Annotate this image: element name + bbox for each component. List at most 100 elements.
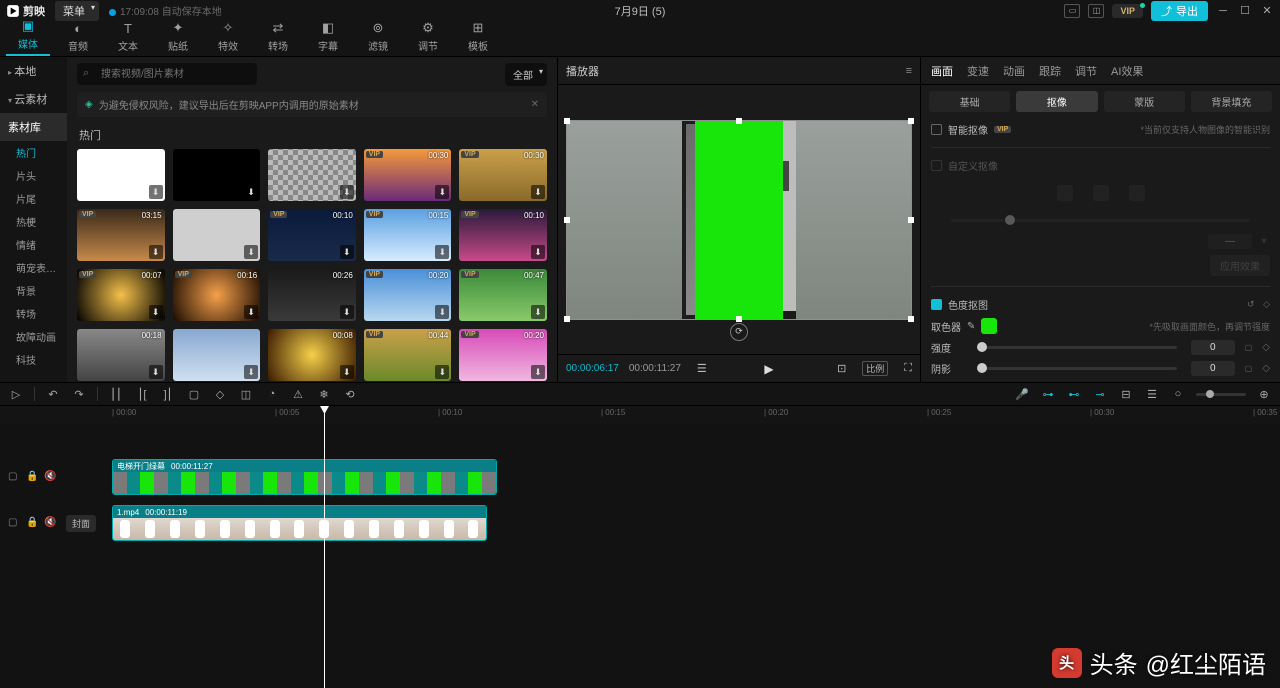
download-icon[interactable]: ⬇ — [435, 305, 449, 319]
media-thumb[interactable]: ⬇ — [77, 149, 165, 201]
split-icon[interactable]: ⎮⎮ — [108, 386, 124, 402]
download-icon[interactable]: ⬇ — [531, 245, 545, 259]
stepper-icon[interactable]: ▢ — [1245, 343, 1253, 352]
strength-slider[interactable] — [977, 342, 987, 352]
stepper-icon[interactable]: ▢ — [1245, 364, 1253, 373]
media-thumb[interactable]: VIP00:07⬇ — [77, 269, 165, 321]
download-icon[interactable]: ⬇ — [149, 185, 163, 199]
media-thumb[interactable]: ⬇ — [173, 209, 261, 261]
tool-tab-滤镜[interactable]: ⊚滤镜 — [356, 20, 400, 56]
subcategory-item[interactable]: 科技 — [0, 348, 67, 371]
split-left-icon[interactable]: ⎮[ — [134, 386, 150, 402]
media-thumb[interactable]: VIP00:44⬇ — [364, 329, 452, 381]
download-icon[interactable]: ⬇ — [244, 365, 258, 379]
download-icon[interactable]: ⬇ — [149, 305, 163, 319]
subcategory-item[interactable]: 萌宠表… — [0, 256, 67, 279]
download-icon[interactable]: ⬇ — [435, 185, 449, 199]
track-mute-icon[interactable]: 🔇 — [44, 471, 56, 483]
subcategory-item[interactable]: 片头 — [0, 164, 67, 187]
custom-matting-checkbox[interactable] — [931, 160, 942, 171]
tool-tab-调节[interactable]: ⚙调节 — [406, 20, 450, 56]
download-icon[interactable]: ⬇ — [531, 365, 545, 379]
smart-matting-checkbox[interactable] — [931, 124, 942, 135]
media-thumb[interactable]: ⬇ — [173, 149, 261, 201]
shadow-input[interactable]: 0 — [1191, 361, 1235, 376]
eyedropper-icon[interactable]: ✎ — [967, 321, 975, 332]
tool-tab-媒体[interactable]: ▣媒体 — [6, 18, 50, 56]
inspector-tab[interactable]: 画面 — [931, 63, 953, 79]
minimize-icon[interactable]: ─ — [1216, 4, 1230, 18]
tool-tab-字幕[interactable]: ◧字幕 — [306, 20, 350, 56]
track-mute-icon[interactable]: 🔇 — [44, 517, 56, 529]
download-icon[interactable]: ⬇ — [149, 245, 163, 259]
media-thumb[interactable]: VIP00:10⬇ — [459, 209, 547, 261]
track-lock-icon[interactable]: 🔒 — [26, 471, 38, 483]
strength-input[interactable]: 0 — [1191, 340, 1235, 355]
color-swatch[interactable] — [981, 318, 997, 334]
download-icon[interactable]: ⬇ — [531, 305, 545, 319]
timeline-clip[interactable]: 1.mp400:00:11:19 — [112, 505, 487, 541]
freeze-icon[interactable]: ❄ — [316, 386, 332, 402]
chroma-key-checkbox[interactable] — [931, 299, 942, 310]
shadow-slider[interactable] — [977, 363, 987, 373]
subcategory-item[interactable]: 故障动画 — [0, 325, 67, 348]
download-icon[interactable]: ⬇ — [435, 365, 449, 379]
media-thumb[interactable]: VIP00:30⬇ — [459, 149, 547, 201]
cover-tag[interactable]: 封面 — [66, 515, 96, 532]
filter-dropdown[interactable]: 全部 — [505, 63, 547, 86]
speed-icon[interactable]: ◔ — [264, 386, 280, 402]
search-input[interactable] — [77, 63, 257, 85]
vip-badge[interactable]: VIP — [1112, 4, 1143, 18]
tool-tab-贴纸[interactable]: ✦贴纸 — [156, 20, 200, 56]
panels-icon[interactable]: ◫ — [1088, 4, 1104, 18]
zoom-in-icon[interactable]: ⊕ — [1256, 386, 1272, 402]
inspector-subtab[interactable]: 抠像 — [1016, 91, 1097, 112]
selection-frame[interactable]: ⟳ — [566, 120, 912, 320]
timeline-clip[interactable]: 电梯开门绿幕00:00:11:27 — [112, 459, 497, 495]
download-icon[interactable]: ⬇ — [244, 185, 258, 199]
inspector-tab[interactable]: 动画 — [1003, 63, 1025, 79]
inspector-subtab[interactable]: 背景填充 — [1191, 91, 1272, 112]
tip-close-icon[interactable]: ✕ — [531, 99, 539, 110]
subcategory-item[interactable]: 转场 — [0, 302, 67, 325]
play-button[interactable]: ▶ — [764, 362, 773, 376]
subcategory-item[interactable]: 背景 — [0, 279, 67, 302]
inspector-tab[interactable]: AI效果 — [1111, 63, 1143, 79]
media-thumb[interactable]: VIP00:20⬇ — [459, 329, 547, 381]
undo-icon[interactable]: ↶ — [45, 386, 61, 402]
download-icon[interactable]: ⬇ — [435, 245, 449, 259]
media-thumb[interactable]: VIP00:15⬇ — [364, 209, 452, 261]
layout-icon[interactable]: ▭ — [1064, 4, 1080, 18]
download-icon[interactable]: ⬇ — [149, 365, 163, 379]
download-icon[interactable]: ⬇ — [340, 245, 354, 259]
track-vis-icon[interactable]: ▢ — [8, 517, 20, 529]
list-icon[interactable]: ☰ — [697, 362, 707, 375]
track-vis-icon[interactable]: ▢ — [8, 471, 20, 483]
tool-tab-转场[interactable]: ⇄转场 — [256, 20, 300, 56]
tool-tab-音频[interactable]: ◐音频 — [56, 20, 100, 56]
inspector-subtab[interactable]: 基础 — [929, 91, 1010, 112]
marker-icon[interactable]: ◇ — [212, 386, 228, 402]
inspector-tab[interactable]: 变速 — [967, 63, 989, 79]
snap-on-icon[interactable]: ⊸ — [1092, 386, 1108, 402]
inspector-subtab[interactable]: 蒙版 — [1104, 91, 1185, 112]
tool-tab-特效[interactable]: ✧特效 — [206, 20, 250, 56]
pointer-tool-icon[interactable]: ▷ — [8, 386, 24, 402]
reset-icon[interactable]: ↺ — [1247, 299, 1255, 309]
tool-tab-文本[interactable]: T文本 — [106, 20, 150, 56]
keyframe-icon[interactable]: ◇ — [1262, 363, 1270, 374]
media-thumb[interactable]: VIP03:15⬇ — [77, 209, 165, 261]
link-on-icon[interactable]: ⊷ — [1066, 386, 1082, 402]
mic-icon[interactable]: 🎤 — [1014, 386, 1030, 402]
subcategory-item[interactable]: 热门 — [0, 141, 67, 164]
fullscreen-icon[interactable]: ⛶ — [904, 362, 912, 375]
menu-dropdown[interactable]: 菜单 — [55, 1, 99, 21]
category-云素材[interactable]: 云素材 — [0, 85, 67, 113]
tool-tab-模板[interactable]: ⊞模板 — [456, 20, 500, 56]
download-icon[interactable]: ⬇ — [244, 245, 258, 259]
track-opts-icon[interactable]: ☰ — [1144, 386, 1160, 402]
media-thumb[interactable]: VIP00:10⬇ — [268, 209, 356, 261]
rotate-icon[interactable]: ⟲ — [342, 386, 358, 402]
subcategory-item[interactable]: 情绪 — [0, 233, 67, 256]
track-lock-icon[interactable]: 🔒 — [26, 517, 38, 529]
